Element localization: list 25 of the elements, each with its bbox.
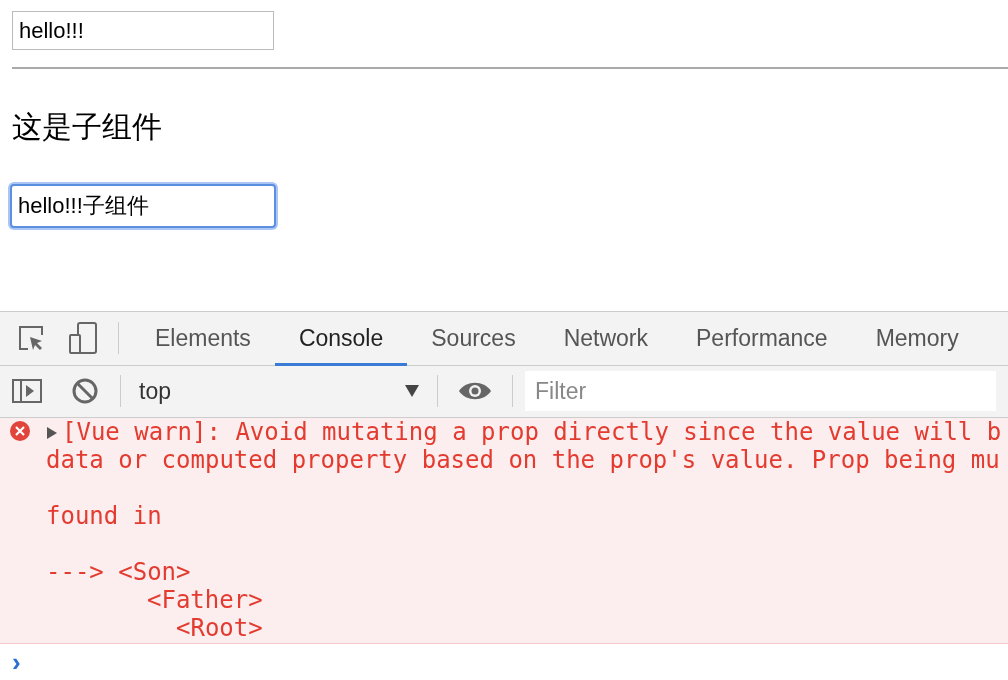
found-in-text: found in [46,502,163,531]
devtools-tab[interactable]: Sources [407,313,540,366]
sidebar-toggle-icon[interactable] [12,379,42,404]
component-name: <Father> [147,586,263,615]
devtools-tab[interactable]: Performance [672,313,852,366]
dropdown-icon [405,385,419,398]
devtools-tab[interactable]: Network [539,313,672,366]
text-field[interactable]: hello!!!子组件 [10,184,276,228]
warning-text: data or computed property based on the prop's value. Prop being mu [46,446,1001,475]
heading: 这是子组件 [12,109,163,145]
text-field[interactable]: hello!!! [12,11,274,50]
devtools-tab[interactable]: Memory [851,313,983,366]
context-select[interactable]: top [133,377,425,405]
inspect-icon[interactable] [16,323,46,353]
error-icon [10,421,30,442]
component-name: <Root> [176,614,263,643]
warning-text: [Vue warn]: Avoid mutating a prop directly since the value will b [62,418,1002,447]
expand-arrow-icon[interactable] [46,427,58,440]
trace-arrow: ---> [46,558,105,587]
component-name: <Son> [118,558,191,587]
filter-field[interactable]: Filter [525,371,996,412]
devtools-tab[interactable]: Elements [131,313,275,366]
clear-icon[interactable] [72,378,98,405]
device-icon[interactable] [68,321,98,355]
console-prompt[interactable]: › [0,644,1008,680]
